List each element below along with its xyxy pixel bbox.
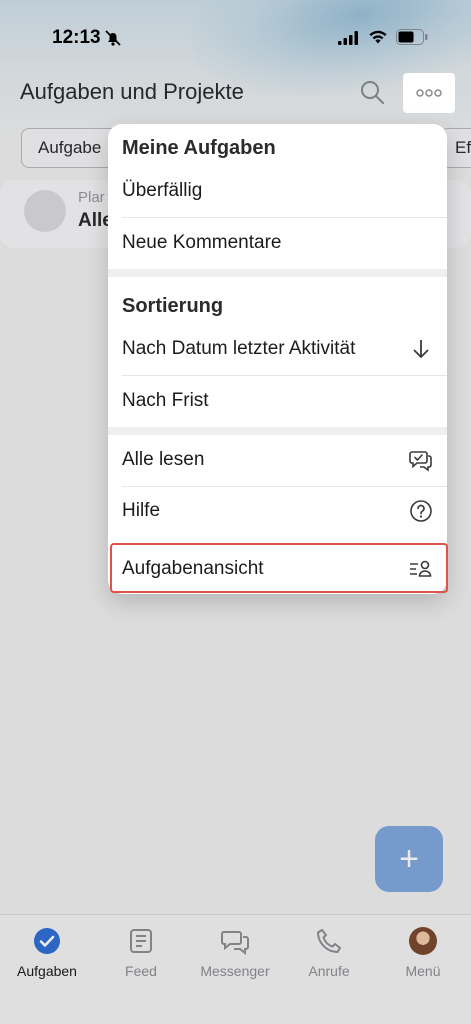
menu-item-read-all[interactable]: Alle lesen (108, 435, 447, 487)
menu-item-label: Nach Frist (122, 390, 209, 411)
menu-item-label: Überfällig (122, 180, 203, 201)
arrow-down-icon (413, 340, 429, 358)
menu-item-label: Alle lesen (122, 449, 205, 470)
menu-header-sorting: Sortierung (122, 295, 224, 317)
more-options-button[interactable] (403, 73, 455, 113)
chat-check-icon (409, 451, 432, 472)
menu-item-label: Nach Datum letzter Aktivität (122, 338, 356, 359)
ellipsis-icon (416, 89, 442, 97)
menu-item-new-comments[interactable]: Neue Kommentare (108, 218, 447, 270)
menu-item-label: Neue Kommentare (122, 232, 282, 253)
menu-item-sort-activity[interactable]: Nach Datum letzter Aktivität (108, 324, 447, 376)
menu-item-help[interactable]: Hilfe (108, 486, 447, 538)
menu-item-sort-deadline[interactable]: Nach Frist (108, 376, 447, 428)
section-separator (108, 269, 447, 277)
menu-item-label: Hilfe (122, 500, 161, 521)
section-separator (108, 427, 447, 435)
menu-header-my-tasks: Meine Aufgaben (122, 137, 276, 159)
help-icon (410, 500, 432, 522)
selection-highlight (110, 543, 448, 593)
options-menu: Meine Aufgaben Überfällig Neue Kommentar… (108, 124, 447, 594)
menu-item-overdue[interactable]: Überfällig (108, 166, 447, 218)
